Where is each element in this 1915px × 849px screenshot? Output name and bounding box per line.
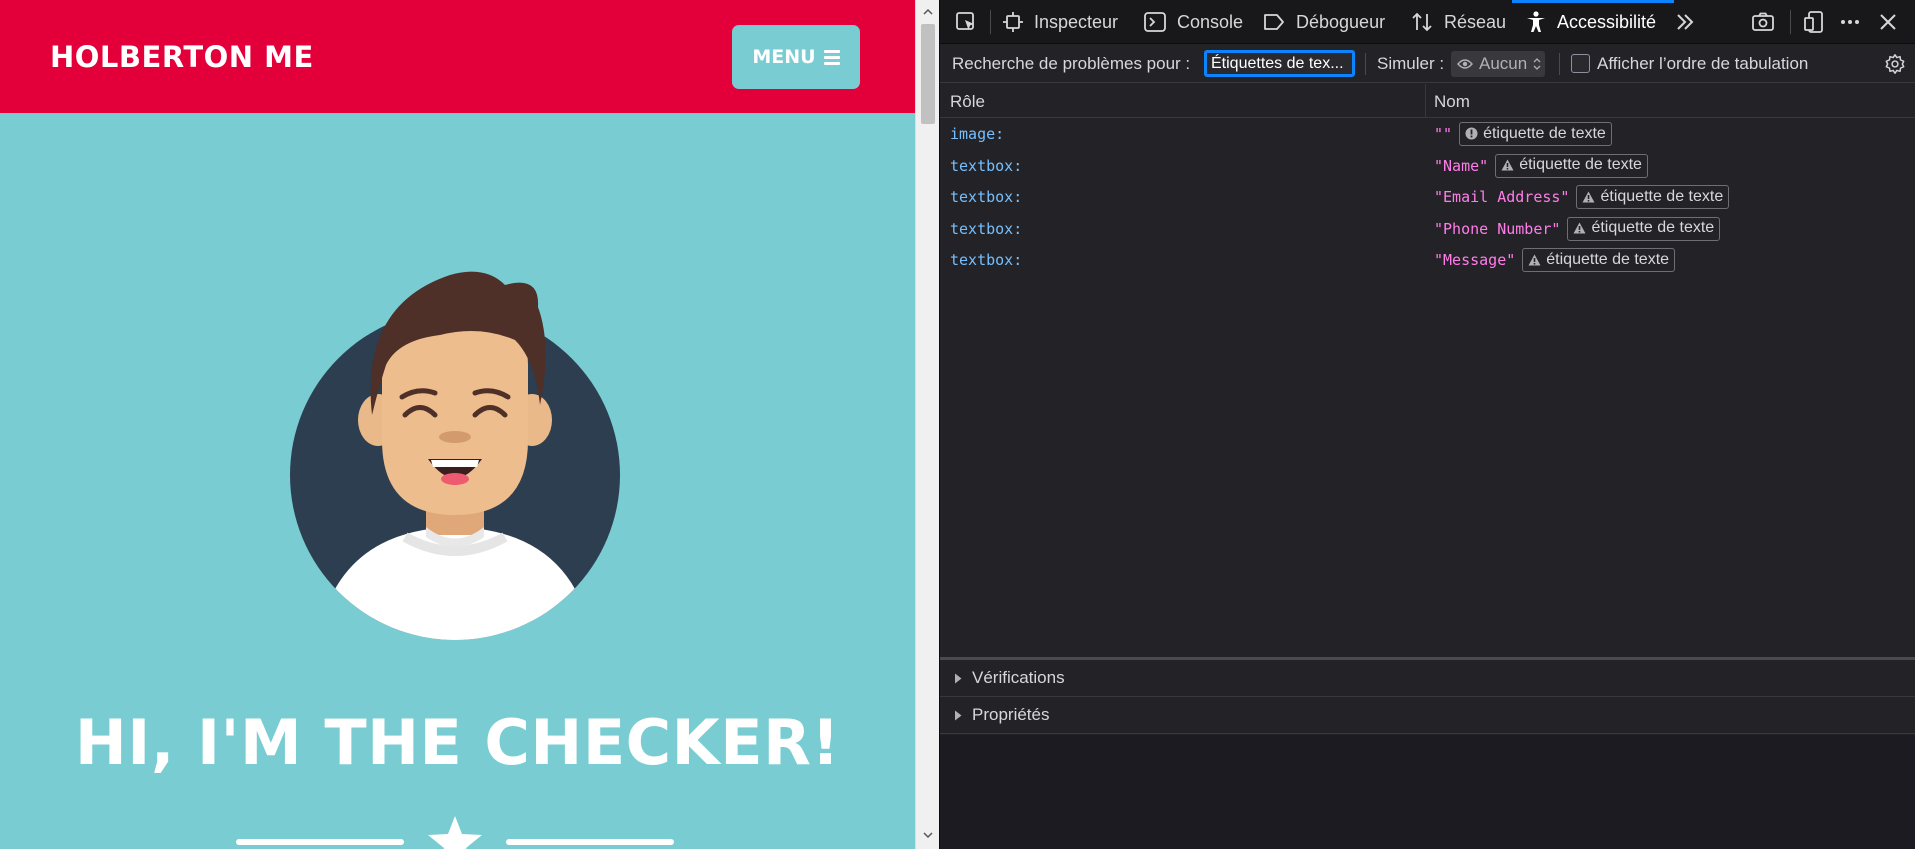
tab-console[interactable]: Console [1143, 0, 1243, 44]
warning-icon [1573, 222, 1586, 234]
menu-label: MENU [752, 46, 816, 68]
tree-row[interactable]: image: "" étiquette de texte [940, 119, 1915, 151]
site-header: HOLBERTON ME MENU [0, 0, 915, 113]
tree-row[interactable]: textbox: "Message" étiquette de texte [940, 245, 1915, 277]
tab-network[interactable]: Réseau [1410, 0, 1506, 44]
accessibility-filter-bar: Recherche de problèmes pour : Étiquettes… [940, 45, 1915, 83]
simulate-value: Aucun [1479, 54, 1528, 73]
badge-label: étiquette de texte [1591, 219, 1715, 236]
scroll-down-icon[interactable] [922, 829, 934, 841]
select-arrows-icon [1533, 58, 1541, 70]
column-header-name[interactable]: Nom [1434, 92, 1470, 112]
hero-title: HI, I'M THE CHECKER! [74, 706, 841, 779]
issue-badge[interactable]: étiquette de texte [1459, 122, 1612, 146]
section-label: Vérifications [972, 668, 1065, 687]
row-name: "Message" [1434, 251, 1516, 269]
tab-order-label: Afficher l’ordre de tabulation [1597, 54, 1809, 73]
row-role: textbox: [950, 251, 1023, 269]
column-header-role[interactable]: Rôle [950, 92, 985, 112]
section-properties[interactable]: Propriétés [940, 697, 1915, 734]
accessibility-tree: image: "" étiquette de texte textbox: "N… [940, 119, 1915, 277]
tab-label: Accessibilité [1557, 11, 1657, 32]
badge-label: étiquette de texte [1519, 156, 1642, 173]
divider-line-right [506, 839, 674, 845]
more-options-icon[interactable] [1838, 10, 1862, 34]
expand-triangle-icon [955, 673, 962, 683]
issue-badge[interactable]: étiquette de texte [1567, 216, 1721, 241]
eye-icon [1457, 59, 1473, 69]
website-viewport: HOLBERTON ME MENU HI, I'M THE CHECKER! [0, 0, 915, 849]
tab-accessibility[interactable]: Accessibilité [1525, 0, 1656, 44]
tree-row[interactable]: textbox: "Phone Number" étiquette de tex… [940, 214, 1915, 246]
more-tabs-chevron-icon[interactable] [1673, 10, 1697, 34]
hamburger-icon [823, 49, 840, 65]
column-divider[interactable] [1425, 84, 1426, 118]
simulate-select[interactable]: Aucun [1451, 51, 1545, 77]
tab-label: Console [1177, 11, 1244, 32]
warning-icon [1528, 254, 1541, 265]
issues-filter-select[interactable]: Étiquettes de tex... [1204, 50, 1355, 77]
page-scrollbar[interactable] [915, 0, 939, 849]
scrollbar-thumb[interactable] [921, 24, 935, 124]
simulate-label: Simuler : [1377, 54, 1445, 73]
issue-badge[interactable]: étiquette de texte [1522, 248, 1676, 272]
inspector-icon [1003, 12, 1023, 32]
badge-label: étiquette de texte [1600, 187, 1724, 205]
filter-label: Recherche de problèmes pour : [952, 54, 1191, 73]
info-icon [1465, 127, 1478, 140]
warning-icon [1582, 191, 1595, 202]
row-role: textbox: [950, 156, 1023, 175]
issue-badge[interactable]: étiquette de texte [1576, 185, 1730, 209]
tab-label: Inspecteur [1034, 11, 1119, 32]
tree-row[interactable]: textbox: "Email Address" étiquette de te… [940, 182, 1915, 214]
network-icon [1412, 12, 1432, 32]
divider-line-left [236, 839, 404, 845]
section-checks[interactable]: Vérifications [940, 660, 1915, 697]
tab-order-checkbox[interactable] [1571, 54, 1590, 73]
close-icon[interactable] [1876, 10, 1900, 34]
tab-inspector[interactable]: Inspecteur [1002, 0, 1118, 44]
tab-debugger[interactable]: Débogueur [1262, 0, 1385, 44]
star-icon [428, 816, 482, 849]
issue-badge[interactable]: étiquette de texte [1495, 153, 1648, 178]
menu-button[interactable]: MENU [732, 25, 860, 89]
active-tab-indicator [1512, 0, 1674, 3]
avatar-image [290, 271, 620, 640]
expand-triangle-icon [955, 710, 962, 720]
row-name: "Phone Number" [1434, 219, 1561, 238]
badge-label: étiquette de texte [1483, 124, 1606, 142]
section-label: Propriétés [972, 705, 1050, 724]
tree-row[interactable]: textbox: "Name" étiquette de texte [940, 151, 1915, 183]
accessibility-icon [1527, 11, 1545, 32]
debugger-icon [1264, 14, 1284, 30]
responsive-design-icon[interactable] [1802, 10, 1826, 34]
tab-label: Débogueur [1296, 11, 1386, 32]
site-logo[interactable]: HOLBERTON ME [50, 40, 314, 74]
devtools-toolbar: Inspecteur Console Débogueur Réseau Acce… [940, 0, 1915, 44]
row-role: textbox: [950, 219, 1023, 238]
row-role: textbox: [950, 188, 1023, 206]
console-icon [1144, 12, 1166, 32]
scroll-up-icon[interactable] [922, 6, 934, 18]
tab-label: Réseau [1444, 11, 1507, 32]
row-role: image: [950, 125, 1005, 143]
row-name: "Name" [1434, 156, 1489, 175]
details-empty-area [940, 735, 1915, 849]
pick-element-icon[interactable] [954, 10, 978, 34]
accessibility-table-header: Rôle Nom [940, 84, 1915, 118]
warning-icon [1501, 159, 1514, 171]
row-name: "Email Address" [1434, 188, 1570, 206]
screenshot-icon[interactable] [1751, 10, 1775, 34]
devtools-panel: Inspecteur Console Débogueur Réseau Acce… [939, 0, 1915, 849]
badge-label: étiquette de texte [1546, 250, 1670, 268]
row-name: "" [1434, 125, 1453, 143]
settings-gear-icon[interactable] [1884, 53, 1906, 75]
